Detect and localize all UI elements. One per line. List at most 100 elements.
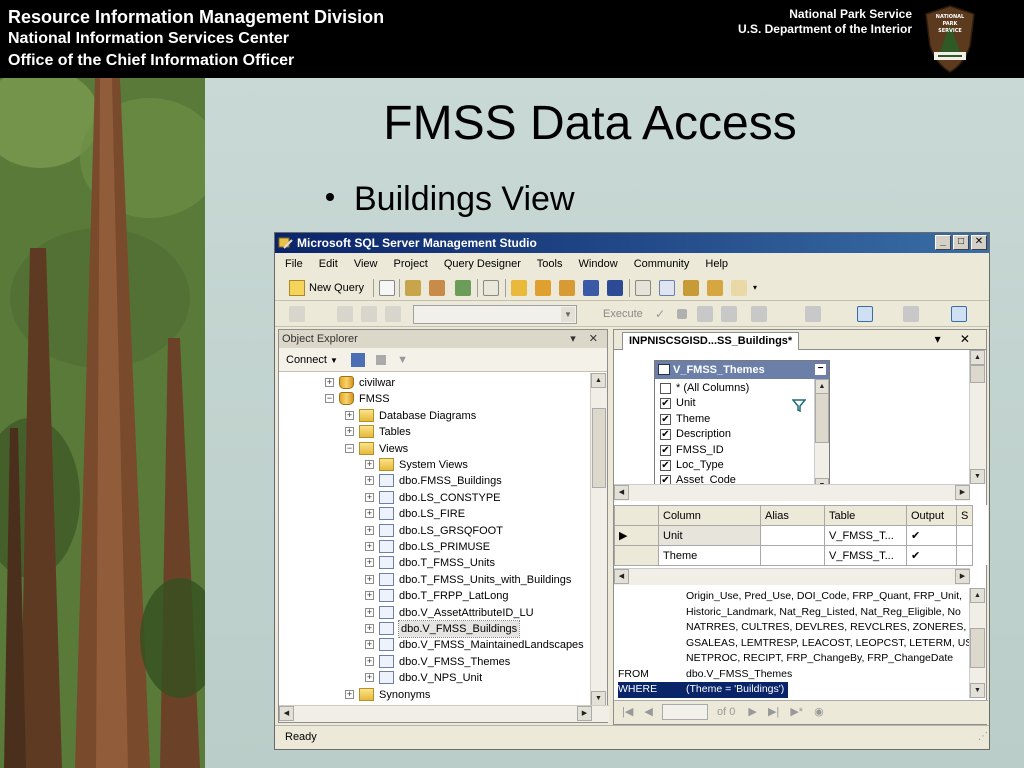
expand-icon[interactable]: + <box>365 460 374 469</box>
disconnect-icon[interactable] <box>351 353 366 368</box>
open-file-icon[interactable] <box>511 280 527 296</box>
expand-icon[interactable]: + <box>345 689 354 699</box>
menu-project[interactable]: Project <box>394 258 428 270</box>
grid-cell-alias[interactable] <box>760 545 825 566</box>
document-tab[interactable]: INPNISCSGISD...SS_Buildings* <box>622 332 800 351</box>
grid-cell-output-checkbox[interactable]: ✔ <box>906 545 957 566</box>
chevron-down-icon[interactable]: ▼ <box>330 356 338 365</box>
expand-icon[interactable]: + <box>365 673 374 683</box>
display-plan-icon[interactable] <box>697 306 713 322</box>
scroll-left-icon[interactable]: ◀ <box>614 485 629 500</box>
add-item-icon[interactable] <box>559 280 575 296</box>
checked-checkbox-icon[interactable]: ✔ <box>660 460 671 471</box>
diagram-vertical-scrollbar[interactable]: ▲ ▼ <box>969 350 986 484</box>
grid-cell-table[interactable]: V_FMSS_T... <box>824 545 907 566</box>
expand-icon[interactable]: + <box>365 607 374 617</box>
show-sql-icon[interactable] <box>903 306 919 322</box>
expand-icon[interactable]: + <box>345 427 354 437</box>
table-row[interactable]: Theme V_FMSS_T... ✔ <box>614 545 974 566</box>
stop-icon[interactable] <box>376 355 387 366</box>
stop-record-icon[interactable]: ◉ <box>814 706 824 718</box>
table-column-item[interactable]: ✔ Unit <box>660 396 696 411</box>
connect-icon[interactable] <box>289 306 305 322</box>
diagram-horizontal-scrollbar[interactable]: ◀ ▶ <box>614 484 970 501</box>
table-column-item[interactable]: ✔ Description <box>660 427 731 442</box>
scrollbar-thumb[interactable] <box>970 628 985 668</box>
change-connection-icon[interactable] <box>337 306 353 322</box>
show-results-icon[interactable] <box>951 306 967 322</box>
collapse-icon[interactable]: − <box>325 394 334 404</box>
tree-vertical-scrollbar[interactable]: ▲ ▼ <box>590 373 607 706</box>
scroll-right-icon[interactable]: ▶ <box>577 706 592 721</box>
unchecked-checkbox-icon[interactable] <box>660 383 671 394</box>
scroll-down-icon[interactable]: ▼ <box>970 683 985 698</box>
menu-tools[interactable]: Tools <box>537 258 563 270</box>
previous-record-icon[interactable]: ◀ <box>644 706 652 718</box>
grid-cell-table[interactable]: V_FMSS_T... <box>824 525 907 546</box>
scroll-up-icon[interactable]: ▲ <box>970 350 985 365</box>
properties-icon[interactable] <box>731 280 747 296</box>
expand-icon[interactable]: + <box>365 591 374 601</box>
table-box[interactable]: V_FMSS_Themes − * (All Columns) ✔ Unit ✔ The… <box>654 360 830 494</box>
minimize-box-icon[interactable]: − <box>815 364 826 375</box>
maximize-button[interactable]: □ <box>953 235 969 250</box>
table-column-item[interactable]: ✔ Loc_Type <box>660 458 724 473</box>
filter-icon[interactable]: ▼ <box>397 354 408 366</box>
first-record-icon[interactable]: |◀ <box>622 706 633 718</box>
table-column-item[interactable]: ✔ Theme <box>660 412 710 427</box>
connect-dropdown[interactable]: Connect <box>286 354 327 366</box>
expand-icon[interactable]: + <box>345 410 354 420</box>
tab-controls[interactable]: ▾ ✕ <box>935 332 978 346</box>
expand-icon[interactable]: + <box>365 525 374 535</box>
window-titlebar[interactable]: Microsoft SQL Server Management Studio _… <box>275 233 989 253</box>
save-icon[interactable] <box>583 280 599 296</box>
show-diagram-icon[interactable] <box>805 306 821 322</box>
grid-header-output[interactable]: Output <box>906 505 957 526</box>
grid-header-column[interactable]: Column <box>658 505 761 526</box>
database-query-icon[interactable] <box>405 280 421 296</box>
grid-cell-column[interactable]: Unit <box>658 525 761 546</box>
menu-help[interactable]: Help <box>705 258 728 270</box>
sql-pane[interactable]: Origin_Use, Pred_Use, DOI_Code, FRP_Quan… <box>614 588 970 698</box>
expand-icon[interactable]: + <box>365 574 374 584</box>
new-record-icon[interactable]: ▶* <box>790 706 803 718</box>
minimize-button[interactable]: _ <box>935 235 951 250</box>
last-record-icon[interactable]: ▶| <box>768 706 779 718</box>
row-selector-arrow-icon[interactable]: ▶ <box>614 525 659 546</box>
report-icon[interactable] <box>483 280 499 296</box>
open-project-icon[interactable] <box>535 280 551 296</box>
checked-checkbox-icon[interactable]: ✔ <box>660 444 671 456</box>
expand-icon[interactable]: + <box>325 378 334 387</box>
menu-community[interactable]: Community <box>634 258 690 270</box>
scrollbar-thumb[interactable] <box>592 408 606 488</box>
analysis-query-icon[interactable] <box>429 280 445 296</box>
new-file-icon[interactable] <box>379 280 395 296</box>
column-list-scrollbar[interactable]: ▲ ▼ <box>814 379 829 493</box>
row-selector[interactable] <box>614 545 659 566</box>
record-number-input[interactable] <box>661 704 708 721</box>
grid-header-table[interactable]: Table <box>824 505 907 526</box>
object-explorer-icon[interactable] <box>659 280 675 296</box>
expand-icon[interactable]: + <box>365 509 374 519</box>
scroll-down-icon[interactable]: ▼ <box>970 469 985 484</box>
menu-query-designer[interactable]: Query Designer <box>444 258 521 270</box>
parse-check-icon[interactable]: ✓ <box>655 306 667 322</box>
show-criteria-icon[interactable] <box>857 306 873 322</box>
table-column-item[interactable]: ✔ FMSS_ID <box>660 443 724 458</box>
scroll-up-icon[interactable]: ▲ <box>970 588 985 603</box>
table-row[interactable]: ▶ Unit V_FMSS_T... ✔ <box>614 525 974 546</box>
expand-icon[interactable]: + <box>365 476 374 486</box>
grid-cell-output-checkbox[interactable]: ✔ <box>906 525 957 546</box>
menu-window[interactable]: Window <box>579 258 618 270</box>
cancel-query-icon[interactable] <box>677 309 687 319</box>
scroll-up-icon[interactable]: ▲ <box>815 379 829 394</box>
scroll-up-icon[interactable]: ▲ <box>591 373 606 388</box>
scroll-right-icon[interactable]: ▶ <box>955 569 970 584</box>
expand-icon[interactable]: + <box>365 656 374 666</box>
checked-checkbox-icon[interactable]: ✔ <box>660 398 671 410</box>
grid-cell-column[interactable]: Theme <box>658 545 761 566</box>
comment-icon[interactable] <box>751 306 767 322</box>
scroll-left-icon[interactable]: ◀ <box>279 706 294 721</box>
database-selector[interactable]: ▼ <box>413 305 577 324</box>
menu-file[interactable]: File <box>285 258 303 270</box>
